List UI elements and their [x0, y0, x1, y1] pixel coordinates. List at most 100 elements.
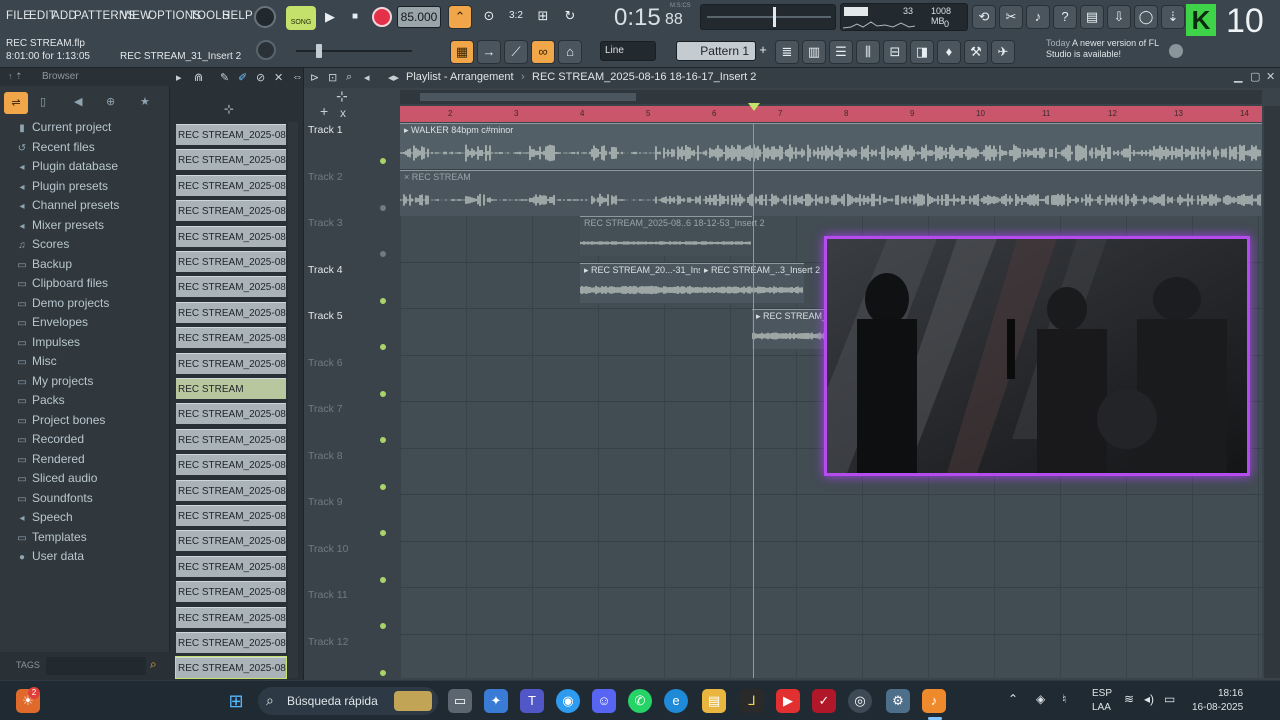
- track-options-icon[interactable]: x: [340, 106, 346, 120]
- browser-item[interactable]: ▭ Sliced audio: [16, 471, 97, 489]
- track-name[interactable]: Track 6: [308, 357, 343, 369]
- countdown-icon[interactable]: 3:2: [504, 5, 528, 29]
- maximize-icon[interactable]: ▢: [1250, 70, 1260, 83]
- clip-source-item[interactable]: REC STREAM_2025-08-16...: [176, 174, 286, 196]
- step-sequencer-icon[interactable]: ▥: [802, 40, 826, 64]
- plugin-picker-icon[interactable]: ◨: [910, 40, 934, 64]
- playlist-menu-icon[interactable]: ◂▸: [388, 71, 399, 84]
- mixer-icon[interactable]: ⫼: [856, 40, 880, 64]
- track-name[interactable]: Track 8: [308, 450, 343, 462]
- link-icon[interactable]: ∞: [531, 40, 555, 64]
- playlist-clip[interactable]: REC STREAM_2025-08..6 18-12-53_Insert 2: [580, 216, 765, 256]
- browser-item[interactable]: ▭ Recorded: [16, 432, 84, 450]
- clip-source-item[interactable]: REC STREAM_2025-08-16...: [176, 403, 286, 425]
- clock-time[interactable]: 18:16: [1218, 688, 1243, 699]
- blend-notes-icon[interactable]: ⊞: [531, 5, 555, 29]
- track-mute-led[interactable]: [380, 530, 386, 536]
- arrow-right-icon[interactable]: →: [477, 40, 501, 64]
- track-name[interactable]: Track 3: [308, 217, 343, 229]
- record-button[interactable]: [372, 7, 392, 27]
- menu-help[interactable]: HELP: [222, 10, 253, 22]
- playlist-clip[interactable]: × REC STREAM: [400, 170, 1262, 216]
- metronome-icon[interactable]: ⌃: [448, 5, 472, 29]
- track-mute-led[interactable]: [380, 483, 386, 490]
- microphone-icon[interactable]: ♮: [1062, 692, 1066, 706]
- browser-item[interactable]: ◂ Speech: [16, 510, 72, 528]
- track-mute-led[interactable]: [380, 251, 386, 257]
- slice-tool-icon[interactable]: ⊳: [310, 71, 319, 84]
- clip-source-item[interactable]: REC STREAM_2025-08-16...: [176, 555, 286, 577]
- windows-start-icon[interactable]: ⊞: [224, 689, 248, 713]
- app-icon[interactable]: ⅃: [740, 689, 764, 713]
- browser-item[interactable]: ◂ Plugin database: [16, 159, 118, 177]
- browser-item[interactable]: ▭ Envelopes: [16, 315, 88, 333]
- browser-item[interactable]: ▭ Impulses: [16, 335, 80, 353]
- battery-icon[interactable]: ▭: [1164, 692, 1175, 706]
- settings-icon[interactable]: ⚙: [886, 689, 910, 713]
- youtube-icon[interactable]: ▶: [776, 689, 800, 713]
- browser-all-tab-icon[interactable]: ⇌: [4, 92, 28, 114]
- browser-item[interactable]: ◂ Mixer presets: [16, 218, 104, 236]
- clip-list-header-icon[interactable]: ⊹: [224, 102, 234, 116]
- snap-selector[interactable]: Line: [600, 41, 656, 61]
- volume-icon[interactable]: ◂): [1144, 692, 1154, 706]
- master-pitch-slider[interactable]: [700, 4, 836, 30]
- browser-item[interactable]: ◂ Plugin presets: [16, 179, 108, 197]
- stop-button[interactable]: ■: [343, 6, 367, 30]
- track-name[interactable]: Track 11: [308, 589, 348, 601]
- song-mode-toggle[interactable]: SONG: [286, 6, 316, 30]
- clip-source-item[interactable]: REC STREAM_2025-08-16...: [176, 301, 286, 323]
- browser-item[interactable]: ◂ Channel presets: [16, 198, 119, 216]
- wait-for-input-icon[interactable]: ⊙: [477, 5, 501, 29]
- piano-roll-icon[interactable]: ▦: [450, 40, 474, 64]
- playlist-clip[interactable]: ▸ REC STREAM_20...-31_Insert 2: [580, 263, 721, 303]
- clip-source-item[interactable]: REC STREAM_2025-08-16...: [176, 327, 286, 349]
- play-button[interactable]: ▶: [318, 6, 342, 30]
- touch-controller-icon[interactable]: ♦: [937, 40, 961, 64]
- playlist-clip[interactable]: ▸ REC STREAM_20: [752, 309, 837, 349]
- pin-icon[interactable]: ✈: [991, 40, 1015, 64]
- clip-source-item[interactable]: REC STREAM_2025-08-16...: [176, 606, 286, 628]
- input-layout[interactable]: LAA: [1092, 702, 1111, 713]
- speaker-tool-icon[interactable]: ◂: [364, 71, 370, 84]
- clip-source-item[interactable]: REC STREAM_2025-08-16...: [176, 276, 286, 298]
- master-volume-slider[interactable]: [296, 50, 412, 52]
- browser-toggle-icon[interactable]: ⊟: [883, 40, 907, 64]
- copilot-icon[interactable]: ✦: [484, 689, 508, 713]
- fl-studio-icon[interactable]: ♪: [922, 689, 946, 713]
- chat-icon[interactable]: ◯: [1134, 5, 1158, 29]
- browser-favorites-tab-icon[interactable]: ★: [140, 95, 150, 108]
- chrome-icon[interactable]: ◉: [556, 689, 580, 713]
- track-mute-led[interactable]: [380, 390, 386, 397]
- clip-source-item[interactable]: REC STREAM_2025-08-16...: [176, 225, 286, 247]
- obs-icon[interactable]: ◎: [848, 689, 872, 713]
- clip-source-item[interactable]: REC STREAM_2025-08-16...: [176, 251, 286, 272]
- track-name[interactable]: Track 5: [308, 310, 343, 322]
- track-name[interactable]: Track 4: [308, 264, 343, 276]
- master-volume-knob[interactable]: [254, 6, 276, 28]
- browser-files-tab-icon[interactable]: ▯: [40, 95, 46, 108]
- playlist-icon[interactable]: ≣: [775, 40, 799, 64]
- add-pattern-icon[interactable]: +: [756, 41, 770, 61]
- browser-item[interactable]: ▭ Demo projects: [16, 296, 109, 314]
- timeline-ruler[interactable]: 2 3 4 5 6 7 8 9 10 11 12 13 14: [400, 106, 1262, 122]
- magnet-icon[interactable]: ⋒: [194, 71, 203, 84]
- task-view-icon[interactable]: ▭: [448, 689, 472, 713]
- slip-tool-icon[interactable]: ⇔: [292, 71, 303, 83]
- browser-audio-tab-icon[interactable]: ◀: [74, 95, 82, 108]
- pitch-knob[interactable]: [256, 40, 276, 60]
- file-explorer-icon[interactable]: ▤: [702, 689, 726, 713]
- stamp-icon[interactable]: ⌂: [558, 40, 582, 64]
- clip-source-item[interactable]: REC STREAM_2025-08-16...: [176, 581, 286, 603]
- pattern-selector[interactable]: Pattern 1: [676, 41, 756, 61]
- news-settings-icon[interactable]: [1169, 44, 1183, 58]
- menu-view[interactable]: VIEW: [121, 10, 151, 22]
- channel-rack-icon[interactable]: ☰: [829, 40, 853, 64]
- clip-list-scrollbar[interactable]: [288, 122, 298, 678]
- track-lane[interactable]: [400, 635, 1262, 681]
- track-lane[interactable]: [400, 588, 1262, 635]
- help-icon[interactable]: ?: [1053, 5, 1077, 29]
- microphone-icon[interactable]: ♪: [1026, 5, 1050, 29]
- search-icon[interactable]: ⌕: [150, 657, 157, 672]
- track-mute-led[interactable]: [380, 204, 386, 211]
